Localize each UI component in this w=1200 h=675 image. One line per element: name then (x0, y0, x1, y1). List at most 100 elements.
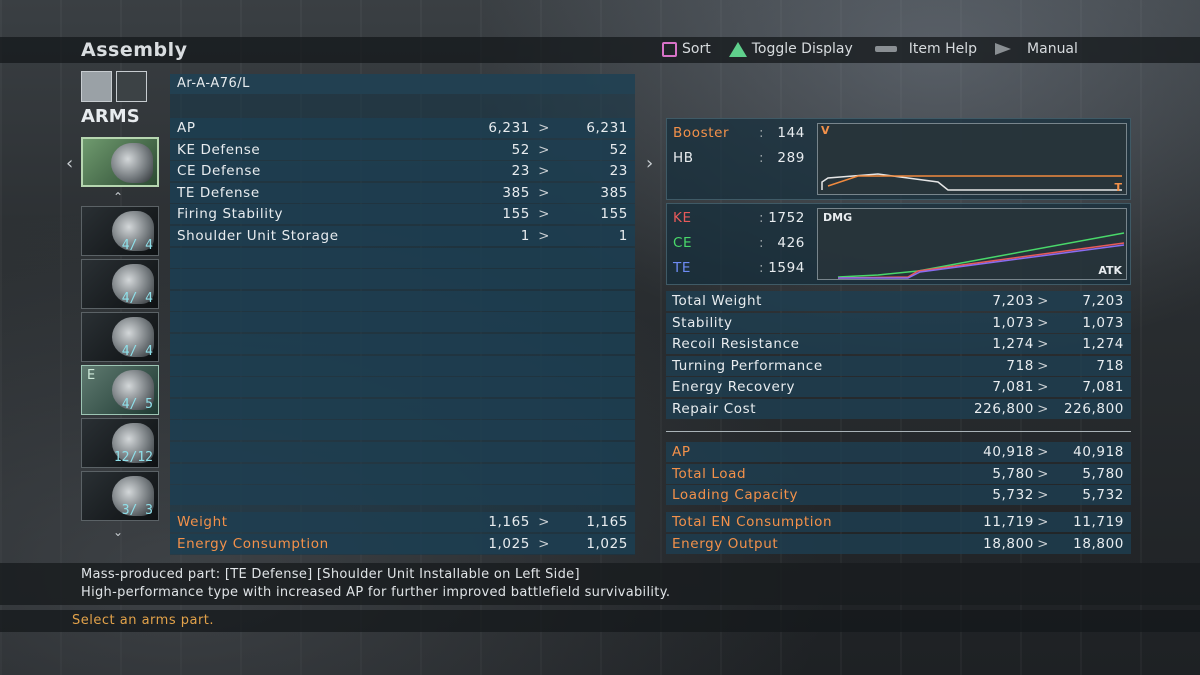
page-title: Assembly (81, 39, 188, 61)
ce-stat: CE : 426 (667, 233, 813, 253)
ce-value: 426 (777, 235, 805, 251)
graph-v-label: V (821, 124, 830, 137)
stat-new: 52 (609, 141, 628, 158)
ac-stat-row: AP 40,918 > 40,918 (666, 442, 1131, 462)
equipped-badge: E (87, 368, 96, 383)
hint-manual[interactable]: Manual (995, 41, 1078, 57)
booster-curve-orange (827, 175, 1122, 187)
compare-arrow-icon: > (1037, 465, 1049, 482)
compare-arrow-icon: > (538, 184, 550, 201)
booster-graph: V T (817, 123, 1127, 195)
ce-label: CE (673, 235, 693, 251)
stat-label: KE Defense (177, 141, 261, 158)
stat-row: Energy Consumption 1,025 > 1,025 (170, 533, 635, 554)
stat-label: Turning Performance (672, 357, 823, 374)
ac-stat-row: Repair Cost 226,800 > 226,800 (666, 398, 1131, 419)
compare-arrow-icon: > (1037, 444, 1049, 460)
stat-new: 385 (600, 184, 628, 201)
stat-current: 718 (1006, 357, 1034, 374)
ac-stat-row: Energy Recovery 7,081 > 7,081 (666, 377, 1131, 398)
compare-arrow-icon: > (1037, 535, 1049, 552)
separator: : (759, 235, 765, 251)
damage-graph: DMG ATK (817, 208, 1127, 280)
stat-new: 1 (618, 227, 628, 244)
arrow-left-icon[interactable]: ‹ (66, 153, 73, 174)
part-slot[interactable]: 12/12 (81, 418, 159, 468)
separator: : (759, 210, 765, 226)
stat-current: 11,719 (983, 514, 1034, 530)
ac-stat-row: Total Weight 7,203 > 7,203 (666, 291, 1131, 311)
booster-label: Booster (673, 125, 730, 141)
compare-arrow-icon: > (1037, 514, 1049, 530)
select-button-icon (874, 46, 897, 52)
separator: : (759, 125, 765, 141)
description-box: Mass-produced part: [TE Defense] [Should… (0, 563, 1200, 605)
hint-toggle-label: Toggle Display (751, 41, 853, 57)
part-slot[interactable] (81, 137, 159, 187)
hint-sort[interactable]: Sort (662, 41, 711, 57)
stat-current: 1,165 (488, 514, 530, 530)
part-name: Ar-A-A76/L (170, 74, 635, 94)
stat-row: CE Defense 23 > 23 (170, 161, 635, 182)
compare-arrow-icon: > (1037, 314, 1049, 331)
stat-label: AP (177, 120, 196, 136)
part-slot[interactable]: 4/ 4 (81, 259, 159, 309)
part-count: 4/ 4 (121, 238, 153, 253)
separator: : (759, 150, 765, 166)
hb-label: HB (673, 150, 694, 166)
hint-item-help[interactable]: Item Help (874, 41, 977, 57)
energy-rows: Total EN Consumption 11,719 > 11,719 Ene… (666, 512, 1131, 555)
graph-t-label: T (1114, 181, 1122, 194)
te-curve (838, 244, 1125, 279)
list-view-icon[interactable] (116, 71, 147, 102)
stat-new: 226,800 (1063, 400, 1124, 417)
ke-curve (837, 242, 1125, 279)
stat-new: 1,025 (586, 535, 628, 552)
stat-label: Total Load (672, 465, 747, 482)
stat-label: Repair Cost (672, 400, 757, 417)
ke-stat: KE : 1752 (667, 208, 813, 228)
part-count: 3/ 3 (121, 503, 153, 518)
stat-label: Total Weight (672, 293, 763, 309)
hb-stat: HB : 289 (667, 148, 813, 168)
part-slot[interactable]: 4/ 4 (81, 312, 159, 362)
stat-current: 23 (511, 163, 530, 180)
ke-label: KE (673, 210, 692, 226)
hint-toggle-display[interactable]: Toggle Display (728, 41, 853, 57)
part-slot[interactable]: 4/ 4 (81, 206, 159, 256)
te-value: 1594 (768, 260, 805, 276)
divider (666, 431, 1131, 432)
stat-current: 5,732 (992, 487, 1034, 504)
empty-row (170, 333, 635, 354)
part-slot[interactable]: 3/ 3 (81, 471, 159, 521)
empty-row (170, 441, 635, 462)
footer-bar: Select an arms part. (0, 610, 1200, 632)
stat-current: 226,800 (973, 400, 1034, 417)
compare-arrow-icon: > (1037, 357, 1049, 374)
stat-label: Firing Stability (177, 206, 284, 223)
stat-current: 7,081 (992, 379, 1034, 396)
stat-current: 52 (511, 141, 530, 158)
stat-new: 1,165 (586, 514, 628, 530)
stat-new: 1,073 (1082, 314, 1124, 331)
description-line-1: Mass-produced part: [TE Defense] [Should… (81, 567, 580, 582)
compare-arrow-icon: > (1037, 293, 1049, 309)
part-count: 12/12 (113, 450, 153, 465)
triangle-button-icon (728, 41, 747, 57)
stat-new: 40,918 (1073, 444, 1124, 460)
empty-row (170, 247, 635, 268)
arrow-right-icon[interactable]: › (646, 153, 653, 174)
tree-view-icon[interactable] (81, 71, 112, 102)
compare-arrow-icon: > (538, 206, 550, 223)
compare-arrow-icon: > (1037, 379, 1049, 396)
ce-curve (837, 232, 1125, 278)
part-slot-equipped[interactable]: E 4/ 5 (81, 365, 159, 415)
chevron-down-icon[interactable]: ⌄ (113, 525, 123, 539)
stat-new: 18,800 (1073, 535, 1124, 552)
damage-panel: KE : 1752 CE : 426 TE : 1594 DMG ATK (666, 203, 1131, 285)
stat-new: 5,732 (1082, 487, 1124, 504)
stat-label: Weight (177, 514, 228, 530)
stat-new: 6,231 (586, 120, 628, 136)
booster-stat: Booster : 144 (667, 123, 813, 143)
stat-current: 6,231 (488, 120, 530, 136)
